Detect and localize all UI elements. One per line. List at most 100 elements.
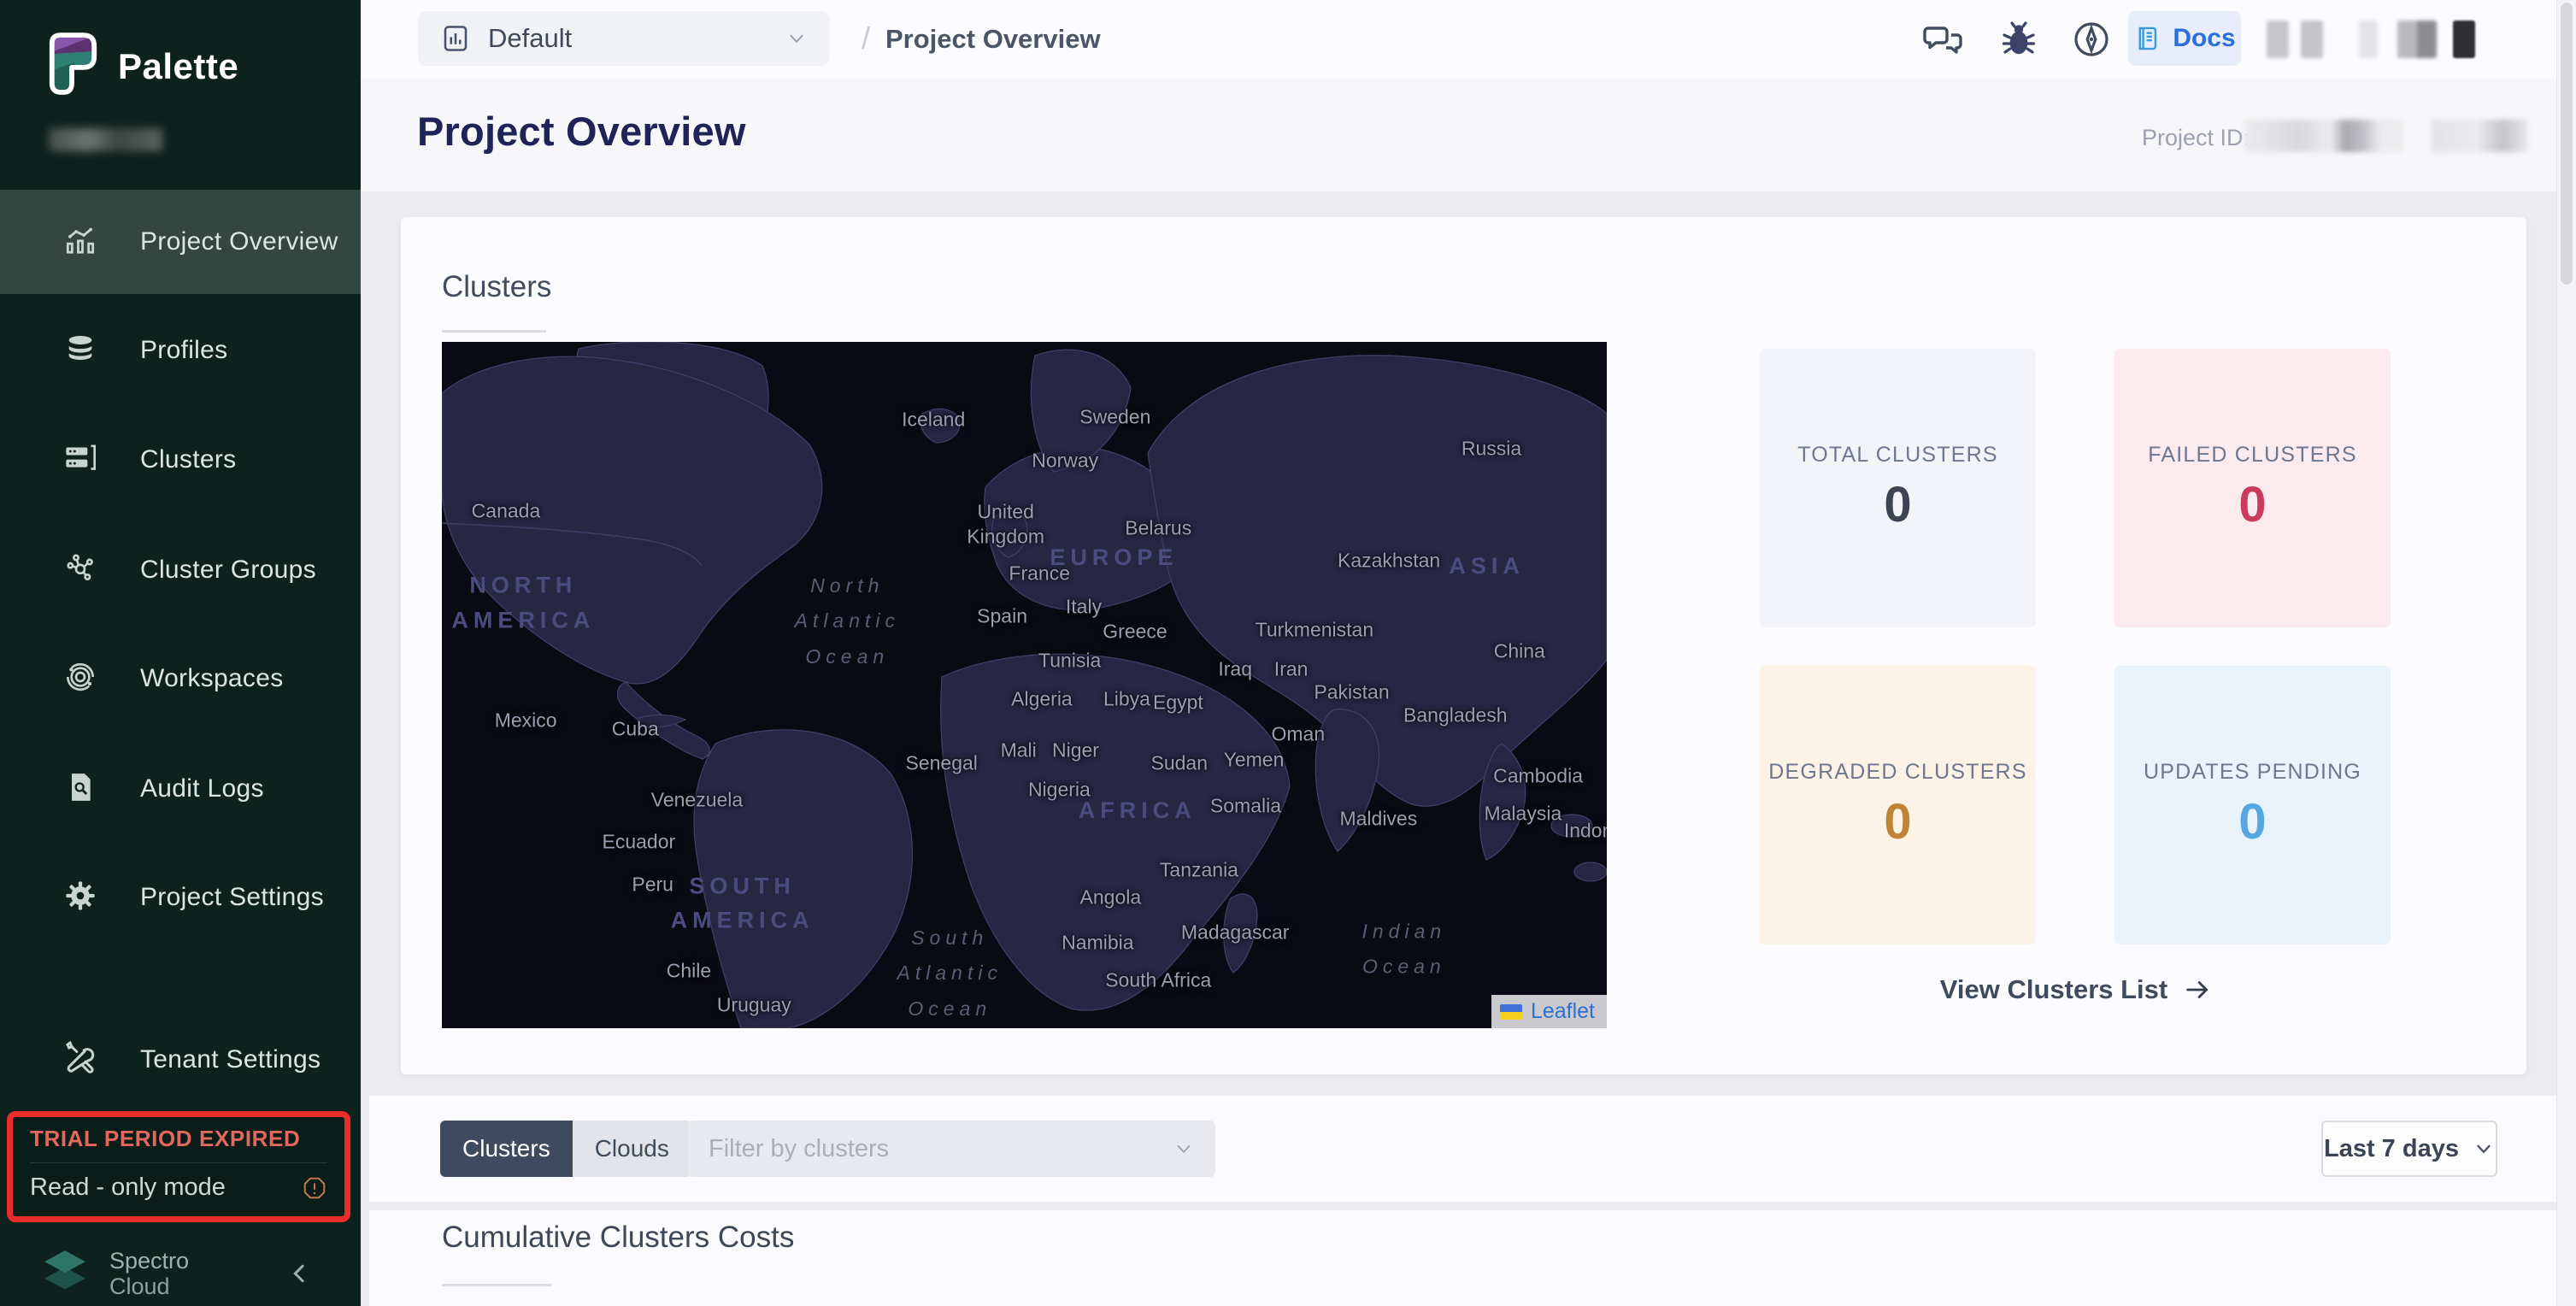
map-label: Namibia [1062,930,1133,955]
map-label: Sudan [1151,751,1209,776]
bug-report-icon[interactable] [1998,19,2039,60]
map-label: Madagascar [1181,921,1290,945]
map-label: Oman [1271,721,1325,746]
sidebar-item-tenant-settings[interactable]: Tenant Settings [0,1008,361,1112]
map-label: Yemen [1224,748,1285,773]
map-label: Tunisia [1038,649,1101,674]
sidebar-item-cluster-groups[interactable]: Cluster Groups [0,518,361,622]
tab-clusters[interactable]: Clusters [440,1121,573,1177]
stat-label: FAILED CLUSTERS [2148,443,2356,468]
tab-clouds[interactable]: Clouds [573,1121,691,1177]
redacted-block [2267,21,2289,58]
map-label: United Kingdom [967,499,1044,549]
project-selector[interactable]: Default [418,11,830,66]
view-clusters-list-link[interactable]: View Clusters List [1760,974,2392,1005]
map-label: China [1494,639,1545,664]
map-label: Nigeria [1028,777,1091,802]
map-label: Mexico [495,709,557,733]
world-map[interactable]: IcelandSwedenNorwayRussiaCanadaUnited Ki… [442,342,1607,1028]
map-label: Cambodia [1493,764,1583,789]
chevron-down-icon [2473,1138,2495,1160]
spectro-cloud-logo-icon [43,1248,87,1300]
map-labels: IcelandSwedenNorwayRussiaCanadaUnited Ki… [442,342,1607,1028]
map-label: Angola [1080,885,1142,910]
page-header: Project Overview Project ID: [361,79,2576,191]
map-label: Venezuela [651,787,743,812]
chat-icon[interactable] [1923,19,1964,60]
map-label: Algeria [1011,686,1073,711]
map-label: Iceland [902,407,965,432]
title-underline [442,330,546,332]
sidebar-item-project-settings[interactable]: Project Settings [0,845,361,950]
gear-icon [63,879,97,917]
map-label: Sweden [1079,405,1150,430]
breadcrumb-separator: / [862,21,870,56]
map-label: Malaysia [1484,802,1561,827]
stat-label: UPDATES PENDING [2144,760,2361,785]
map-label: Pakistan [1314,680,1389,705]
redacted-block [2453,21,2475,58]
redacted-project-id [2432,120,2527,152]
compass-icon[interactable] [2071,19,2112,60]
map-label: Tanzania [1160,858,1238,883]
redacted-block [2397,21,2437,58]
sidebar-item-project-overview[interactable]: Project Overview [0,190,361,294]
layers-icon [63,332,97,370]
scrollbar-track[interactable] [2556,0,2576,1306]
docs-button[interactable]: Docs [2128,11,2241,66]
clusters-card: Clusters [401,217,2526,1074]
costs-title: Cumulative Clusters Costs [442,1221,794,1255]
sidebar-item-workspaces[interactable]: Workspaces [0,627,361,731]
trial-title: TRIAL PERIOD EXPIRED [30,1126,327,1152]
map-label: Norway [1032,449,1098,474]
stat-value: 0 [1884,793,1911,850]
map-attribution[interactable]: Leaflet [1491,995,1607,1028]
filter-placeholder: Filter by clusters [709,1135,889,1163]
spectro-cloud-brand: SpectroCloud [109,1248,189,1299]
filter-by-clusters-select[interactable]: Filter by clusters [688,1121,1215,1177]
map-label: Turkmenistan [1256,618,1373,643]
costs-section: Cumulative Clusters Costs [369,1210,2576,1306]
sidebar-item-label: Audit Logs [140,774,264,803]
sidebar-item-audit-logs[interactable]: Audit Logs [0,737,361,841]
tools-icon [63,1041,97,1080]
sidebar-item-profiles[interactable]: Profiles [0,298,361,403]
orbit-icon [63,660,97,698]
stat-value: 0 [1884,476,1911,533]
project-selector-value: Default [488,23,572,54]
map-label: Maldives [1339,807,1417,832]
stat-total-clusters: TOTAL CLUSTERS 0 [1760,349,2036,627]
stat-updates-pending: UPDATES PENDING 0 [2114,666,2391,944]
map-label: Egypt [1153,690,1203,715]
sidebar-item-label: Tenant Settings [140,1045,321,1074]
map-label: South Atlantic Ocean [897,921,1003,1027]
redacted-project-id [2244,120,2403,152]
sidebar-item-label: Project Overview [140,227,338,256]
map-label: NORTH AMERICA [451,568,595,638]
sidebar-item-label: Profiles [140,336,227,365]
map-label: Canada [472,499,541,524]
date-range-select[interactable]: Last 7 days [2321,1121,2497,1177]
sidebar-item-label: Project Settings [140,883,324,912]
stat-label: DEGRADED CLUSTERS [1768,760,2026,785]
warning-octagon-icon [302,1175,327,1201]
stat-label: TOTAL CLUSTERS [1797,443,1997,468]
scrollbar-thumb[interactable] [2561,3,2573,285]
map-label: Uruguay [717,992,791,1017]
sidebar-item-clusters[interactable]: Clusters [0,408,361,512]
map-label: Ecuador [603,830,676,855]
arrow-right-icon [2183,975,2212,1004]
sidebar: Palette Project Overview P [0,0,361,1306]
network-icon [63,551,97,590]
mini-chart-icon [440,23,471,54]
map-label: Indone [1564,818,1607,843]
sidebar-collapse-icon[interactable] [287,1261,313,1286]
map-label: Iran [1274,657,1309,682]
redacted-block [2359,21,2378,58]
overview-chart-icon [63,223,97,262]
redacted-tenant-name [49,128,162,151]
stat-value: 0 [2238,476,2266,533]
map-label: Kazakhstan [1338,549,1440,574]
map-label: North Atlantic Ocean [795,568,900,674]
doc-search-icon [63,770,97,809]
